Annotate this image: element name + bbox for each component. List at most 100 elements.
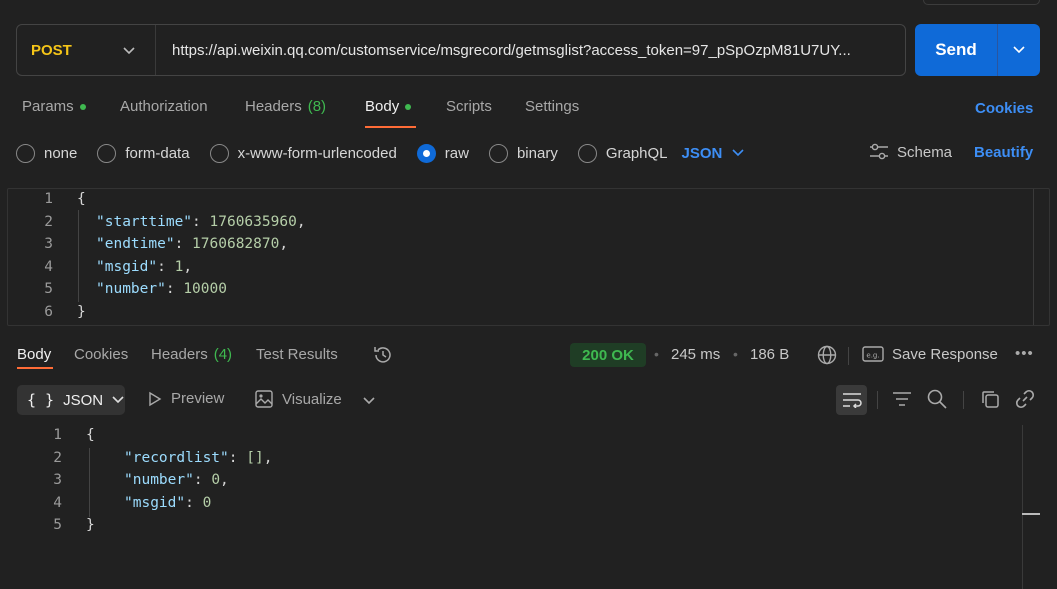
- more-options-icon[interactable]: •••: [1015, 345, 1034, 362]
- json-value: 0: [202, 494, 212, 511]
- response-tab-cookies[interactable]: Cookies: [74, 346, 128, 363]
- request-body-editor[interactable]: [7, 188, 1050, 326]
- headers-count: (8): [307, 98, 327, 115]
- chevron-down-icon: [123, 42, 135, 59]
- visualize-button[interactable]: Visualize: [255, 390, 342, 408]
- radio-circle-selected: [416, 143, 436, 163]
- schema-button[interactable]: Schema: [869, 143, 952, 161]
- raw-format-select[interactable]: JSON: [682, 145, 745, 162]
- sliders-icon: [870, 143, 888, 160]
- json-key: "msgid": [124, 494, 186, 511]
- search-icon[interactable]: [927, 389, 947, 413]
- send-button[interactable]: Send: [915, 24, 998, 76]
- json-key: "endtime": [96, 236, 175, 253]
- save-response-button[interactable]: e.g. Save Response: [862, 345, 998, 363]
- json-trail: ,: [183, 258, 193, 275]
- url-input[interactable]: https://api.weixin.qq.com/customservice/…: [156, 42, 891, 59]
- filter-icon[interactable]: [892, 391, 912, 411]
- line-number: 5: [44, 281, 53, 298]
- radio-none-label: none: [44, 144, 78, 162]
- response-tab-cookies-label: Cookies: [74, 346, 129, 363]
- json-colon: :: [192, 213, 210, 230]
- json-field: "number": 0,: [124, 472, 229, 488]
- chevron-down-icon: [112, 396, 124, 404]
- response-scrollbar[interactable]: [1022, 425, 1023, 589]
- line-number: 4: [53, 494, 62, 511]
- save-icon: e.g.: [862, 346, 884, 362]
- json-colon: :: [174, 236, 193, 253]
- tab-body[interactable]: Body: [365, 98, 412, 115]
- response-time[interactable]: 245 ms: [671, 346, 720, 363]
- tab-params[interactable]: Params: [22, 98, 86, 115]
- send-options-button[interactable]: [998, 24, 1040, 76]
- divider: [877, 391, 878, 409]
- beautify-button[interactable]: Beautify: [974, 144, 1033, 161]
- json-colon: :: [185, 494, 203, 511]
- radio-raw[interactable]: raw: [416, 143, 469, 163]
- tab-settings[interactable]: Settings: [525, 98, 579, 115]
- tab-scripts[interactable]: Scripts: [446, 98, 492, 115]
- radio-urlencoded[interactable]: x-www-form-urlencoded: [209, 143, 397, 163]
- line-number: 6: [44, 304, 53, 320]
- json-colon: :: [165, 281, 184, 298]
- request-url-bar: POST https://api.weixin.qq.com/customser…: [16, 24, 906, 76]
- radio-urlencoded-label: x-www-form-urlencoded: [237, 144, 397, 162]
- chevron-down-icon: [1013, 46, 1025, 54]
- json-trail: ,: [220, 472, 229, 489]
- editor-scrollbar[interactable]: [1033, 189, 1034, 325]
- radio-raw-label: raw: [444, 144, 469, 162]
- response-tab-test-results-label: Test Results: [256, 346, 338, 363]
- visualize-dropdown-icon[interactable]: [363, 392, 375, 409]
- radio-circle: [97, 143, 117, 163]
- response-scroll-thumb[interactable]: [1022, 513, 1040, 515]
- image-icon: [255, 390, 273, 408]
- line-number: 1: [53, 427, 62, 443]
- response-headers-count: (4): [213, 346, 233, 363]
- tab-headers[interactable]: Headers (8): [245, 98, 326, 115]
- radio-circle: [16, 143, 35, 163]
- radio-circle: [488, 143, 508, 163]
- json-colon: :: [228, 449, 247, 466]
- radio-form-data[interactable]: form-data: [97, 143, 190, 163]
- copy-icon[interactable]: [980, 389, 1000, 413]
- json-key: "starttime": [96, 213, 193, 230]
- json-value: 1760682870: [192, 236, 280, 253]
- tab-settings-label: Settings: [525, 98, 580, 115]
- json-field: "starttime": 1760635960,: [96, 214, 306, 230]
- tab-authorization-label: Authorization: [120, 98, 208, 115]
- save-response-label: Save Response: [892, 345, 998, 363]
- wrap-lines-button[interactable]: [836, 385, 867, 415]
- play-icon: [149, 391, 162, 406]
- method-select[interactable]: POST: [17, 25, 156, 75]
- raw-format-label: JSON: [681, 144, 723, 162]
- globe-icon[interactable]: [816, 344, 838, 370]
- radio-binary-label: binary: [516, 144, 558, 162]
- radio-graphql[interactable]: GraphQL: [577, 143, 668, 163]
- history-icon[interactable]: [372, 344, 394, 370]
- tab-scripts-label: Scripts: [446, 98, 492, 115]
- radio-none[interactable]: none: [16, 143, 78, 163]
- braces-icon: { }: [27, 391, 55, 409]
- response-size[interactable]: 186 B: [750, 346, 789, 363]
- tab-authorization[interactable]: Authorization: [120, 98, 208, 115]
- status-badge[interactable]: 200 OK: [570, 343, 646, 367]
- preview-button[interactable]: Preview: [148, 390, 224, 407]
- line-number: 1: [44, 191, 53, 207]
- line-number: 2: [44, 213, 53, 230]
- body-type-selector: none form-data x-www-form-urlencoded raw…: [16, 142, 744, 164]
- json-key: "number": [96, 281, 166, 298]
- radio-circle: [209, 143, 229, 163]
- response-tab-test-results[interactable]: Test Results: [256, 346, 338, 363]
- response-tab-body[interactable]: Body: [17, 346, 51, 363]
- cookies-link[interactable]: Cookies: [975, 100, 1033, 117]
- radio-binary[interactable]: binary: [488, 143, 558, 163]
- response-format-select[interactable]: { } JSON: [17, 385, 125, 415]
- link-icon[interactable]: [1015, 389, 1035, 413]
- json-field: "msgid": 1,: [96, 259, 192, 275]
- tab-body-label: Body: [365, 98, 400, 115]
- json-trail: ,: [296, 213, 306, 230]
- chevron-down-icon: [732, 149, 744, 157]
- indent-guide: [89, 448, 90, 517]
- response-tab-headers[interactable]: Headers (4): [151, 346, 232, 363]
- body-indicator-dot: [405, 103, 412, 110]
